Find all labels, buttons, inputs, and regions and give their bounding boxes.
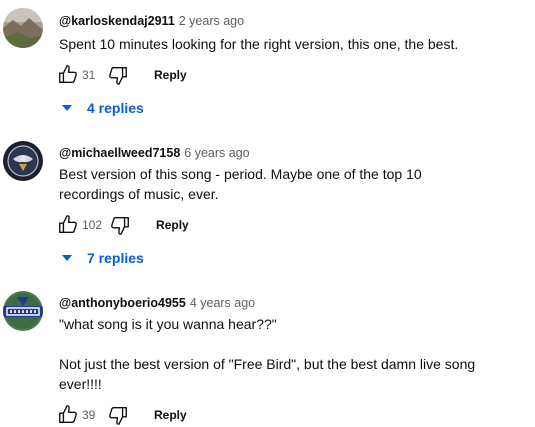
thumb-up-icon bbox=[59, 65, 77, 84]
dislike-button[interactable] bbox=[108, 213, 132, 237]
caret-down-icon bbox=[62, 255, 72, 261]
comment-author[interactable]: @michaellweed7158 bbox=[59, 146, 180, 160]
comment-author[interactable]: @karloskendaj2911 bbox=[59, 14, 175, 28]
like-count: 31 bbox=[82, 68, 96, 82]
caret-down-icon bbox=[62, 105, 72, 111]
view-replies-button[interactable]: 4 replies bbox=[62, 97, 144, 119]
comment-timestamp[interactable]: 4 years ago bbox=[190, 296, 255, 310]
replies-count-label: 4 replies bbox=[87, 100, 144, 116]
comment-header: @michaellweed7158 6 years ago bbox=[59, 145, 250, 161]
thumb-down-icon bbox=[109, 66, 127, 85]
comment-header: @karloskendaj2911 2 years ago bbox=[59, 13, 244, 29]
dislike-button[interactable] bbox=[106, 63, 130, 87]
view-replies-button[interactable]: 7 replies bbox=[62, 247, 144, 269]
comment-actions: 39 Reply bbox=[56, 403, 187, 427]
thumb-down-icon bbox=[111, 216, 129, 235]
thumb-up-icon bbox=[59, 215, 77, 234]
comment-text: Spent 10 minutes looking for the right v… bbox=[59, 36, 459, 52]
replies-count-label: 7 replies bbox=[87, 250, 144, 266]
comment-actions: 31 Reply bbox=[56, 63, 187, 87]
avatar[interactable] bbox=[3, 291, 43, 331]
comment-author[interactable]: @anthonyboerio4955 bbox=[59, 296, 186, 310]
like-count: 102 bbox=[82, 218, 103, 232]
reply-button[interactable]: Reply bbox=[154, 408, 187, 422]
avatar[interactable] bbox=[3, 141, 43, 181]
like-button[interactable] bbox=[56, 63, 80, 87]
comment-header: @anthonyboerio4955 4 years ago bbox=[59, 295, 255, 311]
like-count: 39 bbox=[82, 408, 96, 422]
comment-timestamp[interactable]: 2 years ago bbox=[179, 14, 244, 28]
comment-text: "what song is it you wanna hear??" Not j… bbox=[59, 316, 476, 392]
comment-timestamp[interactable]: 6 years ago bbox=[184, 146, 249, 160]
avatar[interactable] bbox=[3, 8, 43, 48]
comment-actions: 102 Reply bbox=[56, 213, 189, 237]
reply-button[interactable]: Reply bbox=[154, 68, 187, 82]
like-button[interactable] bbox=[56, 213, 80, 237]
comment-text: Best version of this song - period. Mayb… bbox=[59, 166, 422, 202]
like-button[interactable] bbox=[56, 403, 80, 427]
reply-button[interactable]: Reply bbox=[156, 218, 189, 232]
thumb-up-icon bbox=[59, 405, 77, 424]
thumb-down-icon bbox=[109, 406, 127, 425]
dislike-button[interactable] bbox=[106, 403, 130, 427]
